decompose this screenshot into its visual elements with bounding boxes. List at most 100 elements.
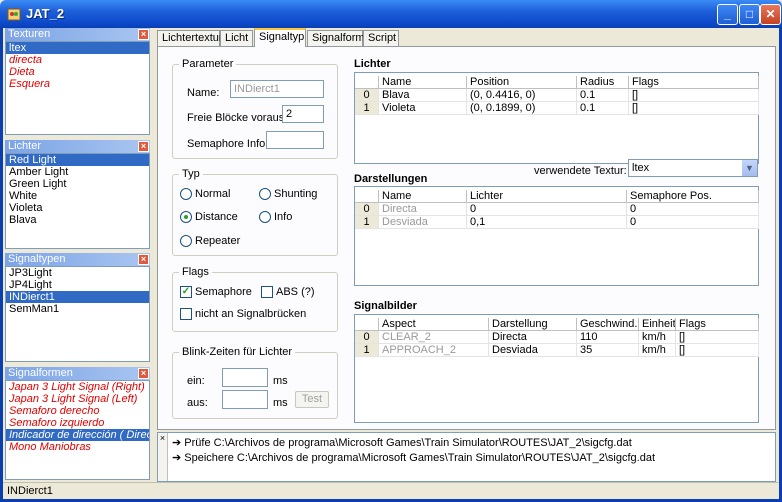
radio-repeater[interactable] xyxy=(180,235,192,247)
col-header[interactable]: Radius xyxy=(577,76,629,89)
table-cell[interactable]: 0,1 xyxy=(467,216,627,229)
table-cell[interactable]: 0 xyxy=(627,216,759,229)
list-item[interactable]: Japan 3 Light Signal (Right) xyxy=(6,381,149,393)
table-cell[interactable]: (0, 0.4416, 0) xyxy=(467,89,577,102)
table-cell[interactable]: CLEAR_2 xyxy=(379,331,489,344)
aus-input[interactable] xyxy=(222,390,268,409)
lichter-list[interactable]: Red Light Amber Light Green Light White … xyxy=(5,153,150,249)
col-header[interactable]: Aspect xyxy=(379,318,489,331)
col-header[interactable]: Geschwind. xyxy=(577,318,639,331)
tab-lichtertextur[interactable]: Lichtertextur xyxy=(157,30,223,46)
table-cell[interactable]: Blava xyxy=(379,89,467,102)
list-item[interactable]: directa xyxy=(6,54,149,66)
col-header[interactable]: Position xyxy=(467,76,577,89)
list-item[interactable]: Dieta xyxy=(6,66,149,78)
radio-info[interactable] xyxy=(259,211,271,223)
tab-licht[interactable]: Licht xyxy=(220,30,253,46)
lichter-table-title: Lichter xyxy=(354,58,391,70)
col-header[interactable]: Name xyxy=(379,190,467,203)
lichter-table[interactable]: Name Position Radius Flags 0 Blava (0, 0… xyxy=(354,72,759,164)
list-item[interactable]: White xyxy=(6,190,149,202)
chevron-down-icon[interactable]: ▼ xyxy=(741,160,757,176)
table-cell[interactable]: Violeta xyxy=(379,102,467,115)
aus-label: aus: xyxy=(187,397,208,409)
darstellungen-table[interactable]: Name Lichter Semaphore Pos. 0 Directa 0 … xyxy=(354,186,759,286)
col-header[interactable]: Flags xyxy=(629,76,759,89)
test-button[interactable]: Test xyxy=(295,391,329,408)
list-item[interactable]: Indicador de dirección ( Directa xyxy=(6,429,149,441)
name-input[interactable]: INDierct1 xyxy=(230,80,324,98)
radio-distance[interactable] xyxy=(180,211,192,223)
nicht-signalbruecken-checkbox[interactable] xyxy=(180,308,192,320)
table-cell[interactable]: [] xyxy=(629,102,759,115)
signalbilder-table[interactable]: Aspect Darstellung Geschwind. Einheit Fl… xyxy=(354,314,759,423)
texturen-close-icon[interactable]: × xyxy=(138,29,149,40)
table-cell[interactable]: Directa xyxy=(489,331,577,344)
list-item[interactable]: Violeta xyxy=(6,202,149,214)
freie-bloecke-input[interactable]: 2 xyxy=(282,105,324,123)
list-item[interactable]: Mono Maniobras xyxy=(6,441,149,453)
radio-info-label: Info xyxy=(274,211,293,223)
semaphore-checkbox[interactable]: ✓ xyxy=(180,286,192,298)
list-item[interactable]: INDierct1 xyxy=(6,291,149,303)
table-cell[interactable]: Directa xyxy=(379,203,467,216)
list-item[interactable]: ltex xyxy=(6,42,149,54)
texturen-list[interactable]: ltex directa Dieta Esquera xyxy=(5,41,150,135)
maximize-button[interactable]: □ xyxy=(739,4,760,25)
list-item[interactable]: Green Light xyxy=(6,178,149,190)
signaltypen-list[interactable]: JP3Light JP4Light INDierct1 SemMan1 xyxy=(5,266,150,362)
col-header[interactable]: Einheit xyxy=(639,318,676,331)
list-item[interactable]: Semaforo derecho xyxy=(6,405,149,417)
log-close-icon[interactable]: × xyxy=(158,433,167,443)
table-cell[interactable]: 110 xyxy=(577,331,639,344)
radio-normal[interactable] xyxy=(180,188,192,200)
textur-select[interactable]: ltex ▼ xyxy=(628,159,758,177)
close-button[interactable]: ✕ xyxy=(760,4,781,25)
signaltypen-close-icon[interactable]: × xyxy=(138,254,149,265)
semaphore-info-input[interactable] xyxy=(266,131,324,149)
list-item[interactable]: Esquera xyxy=(6,78,149,90)
signalformen-close-icon[interactable]: × xyxy=(138,368,149,379)
minimize-button[interactable]: _ xyxy=(717,4,738,25)
table-cell[interactable]: [] xyxy=(676,331,759,344)
list-item[interactable]: JP4Light xyxy=(6,279,149,291)
table-cell[interactable]: km/h xyxy=(639,344,676,357)
table-cell[interactable]: km/h xyxy=(639,331,676,344)
table-cell[interactable]: [] xyxy=(676,344,759,357)
table-cell[interactable]: Desviada xyxy=(489,344,577,357)
table-cell[interactable]: 35 xyxy=(577,344,639,357)
abs-checkbox[interactable] xyxy=(261,286,273,298)
list-item[interactable]: Red Light xyxy=(6,154,149,166)
tab-signaltyp[interactable]: Signaltyp xyxy=(254,28,306,47)
col-header[interactable]: Semaphore Pos. xyxy=(627,190,759,203)
table-cell[interactable]: [] xyxy=(629,89,759,102)
list-item[interactable]: Semaforo izquierdo xyxy=(6,417,149,429)
ein-input[interactable] xyxy=(222,368,268,387)
list-item[interactable]: Amber Light xyxy=(6,166,149,178)
col-header[interactable]: Lichter xyxy=(467,190,627,203)
tab-script[interactable]: Script xyxy=(363,30,399,46)
log-panel[interactable]: × ➔ Prüfe C:\Archivos de programa\Micros… xyxy=(157,432,776,482)
tab-signalform[interactable]: Signalform xyxy=(307,30,365,46)
table-cell[interactable]: APPROACH_2 xyxy=(379,344,489,357)
table-cell[interactable]: (0, 0.1899, 0) xyxy=(467,102,577,115)
col-header[interactable]: Flags xyxy=(676,318,759,331)
table-cell[interactable]: Desviada xyxy=(379,216,467,229)
table-cell[interactable]: 0.1 xyxy=(577,102,629,115)
col-header[interactable]: Name xyxy=(379,76,467,89)
col-header[interactable]: Darstellung xyxy=(489,318,577,331)
signalformen-list[interactable]: Japan 3 Light Signal (Right) Japan 3 Lig… xyxy=(5,380,150,480)
table-cell[interactable]: 0 xyxy=(467,203,627,216)
lichter-close-icon[interactable]: × xyxy=(138,141,149,152)
radio-shunting[interactable] xyxy=(259,188,271,200)
list-item[interactable]: Japan 3 Light Signal (Left) xyxy=(6,393,149,405)
table-cell[interactable]: 0.1 xyxy=(577,89,629,102)
log-handle[interactable]: × xyxy=(158,433,168,481)
table-cell[interactable]: 0 xyxy=(627,203,759,216)
list-item[interactable]: Blava xyxy=(6,214,149,226)
list-item[interactable]: JP3Light xyxy=(6,267,149,279)
signaltyp-pane: Parameter Name: INDierct1 Freie Blöcke v… xyxy=(157,46,776,430)
list-item[interactable]: SemMan1 xyxy=(6,303,149,315)
textur-select-value: ltex xyxy=(632,162,650,174)
title-bar[interactable]: JAT_2 _ □ ✕ xyxy=(0,0,782,28)
